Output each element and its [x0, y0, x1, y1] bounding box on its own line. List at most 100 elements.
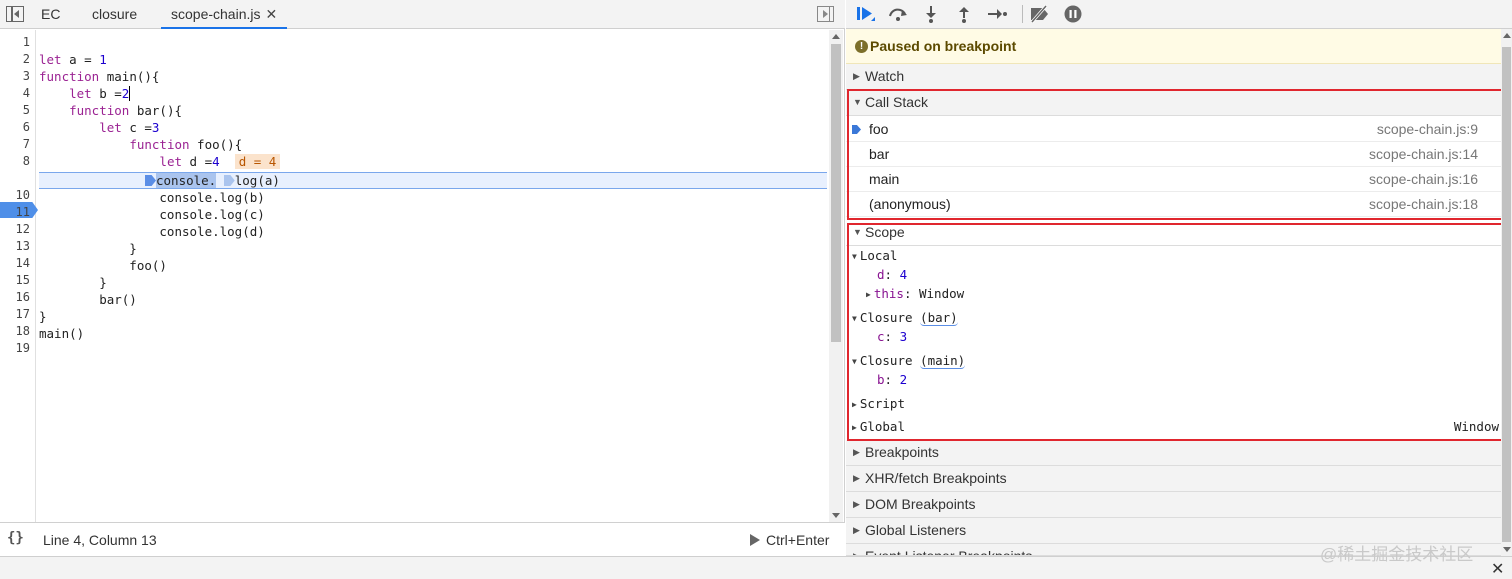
- frame-location[interactable]: scope-chain.js:9: [1377, 117, 1478, 142]
- scope-closure-bar[interactable]: ▼ Closure (bar): [852, 308, 958, 328]
- code-line-16: bar(): [39, 292, 137, 307]
- scroll-down-icon[interactable]: [1503, 547, 1511, 552]
- scroll-down-icon[interactable]: [832, 513, 840, 518]
- tab-scope-chain-js[interactable]: scope-chain.js ✕: [161, 0, 288, 29]
- line-number[interactable]: 12: [0, 221, 30, 238]
- line-number[interactable]: 17: [0, 306, 30, 323]
- section-label: XHR/fetch Breakpoints: [865, 470, 1007, 486]
- line-number[interactable]: 11: [0, 204, 30, 221]
- line-number[interactable]: 9: [0, 170, 30, 187]
- editor-scrollbar[interactable]: [829, 30, 843, 522]
- code-line-9: console. log(a): [145, 172, 280, 189]
- close-drawer-icon[interactable]: ✕: [1491, 559, 1504, 579]
- frame-name: bar: [869, 146, 890, 162]
- scope-var-d[interactable]: d: 4: [877, 265, 907, 285]
- line-number[interactable]: 4: [0, 85, 30, 102]
- line-number[interactable]: 3: [0, 68, 30, 85]
- resume-icon[interactable]: [854, 4, 876, 24]
- collapse-triangle-icon: ▼: [852, 252, 857, 261]
- line-number[interactable]: 2: [0, 51, 30, 68]
- line-number[interactable]: 10: [0, 187, 30, 204]
- section-watch[interactable]: ▶ Watch: [846, 64, 1501, 90]
- section-label: Global Listeners: [865, 522, 967, 538]
- step-over-icon[interactable]: [887, 4, 909, 24]
- code-line-3: function main(){: [39, 69, 160, 84]
- scope-global[interactable]: ▶ Global: [852, 417, 905, 437]
- line-number[interactable]: 1: [0, 34, 30, 51]
- line-number-gutter[interactable]: 1 2 3 4 5 6 7 8 9 10 11 12 13 14 15 16 17 18 19: [0, 30, 38, 522]
- code-line-6: let c =3: [99, 120, 160, 135]
- scope-script[interactable]: ▶ Script: [852, 394, 905, 414]
- tab-closure[interactable]: closure: [92, 0, 137, 29]
- code-line-15: }: [39, 275, 107, 290]
- scroll-up-icon[interactable]: [832, 34, 840, 39]
- paused-message: Paused on breakpoint: [870, 38, 1017, 54]
- scrollbar-thumb[interactable]: [831, 44, 841, 342]
- section-breakpoints[interactable]: ▶ Breakpoints: [846, 440, 1501, 466]
- scope-global-value: Window: [1453, 419, 1499, 434]
- call-frame-bar[interactable]: bar scope-chain.js:14: [846, 142, 1501, 167]
- scope-var-b[interactable]: b: 2: [877, 370, 907, 390]
- close-tab-icon[interactable]: ✕: [266, 6, 278, 22]
- expand-triangle-icon: ▶: [853, 71, 860, 81]
- step-out-icon[interactable]: [953, 4, 975, 24]
- play-icon: [750, 534, 760, 546]
- frame-name: (anonymous): [869, 196, 951, 212]
- code-line-17: }: [39, 309, 47, 324]
- pretty-print-button[interactable]: {}: [7, 530, 24, 546]
- section-call-stack[interactable]: ▼ Call Stack: [846, 90, 1501, 116]
- line-number[interactable]: 14: [0, 255, 30, 272]
- step-icon[interactable]: [986, 4, 1008, 24]
- scroll-up-icon[interactable]: [1503, 33, 1511, 38]
- call-frame-anonymous[interactable]: (anonymous) scope-chain.js:18: [846, 192, 1501, 217]
- code-editor[interactable]: let a = 1 function main(){ let b =2 func…: [39, 30, 829, 522]
- expand-triangle-icon: ▶: [866, 290, 871, 299]
- section-scope[interactable]: ▼ Scope: [846, 220, 1501, 246]
- section-label: Breakpoints: [865, 444, 939, 460]
- scrollbar-thumb[interactable]: [1502, 47, 1511, 542]
- run-shortcut-label: Ctrl+Enter: [766, 532, 830, 548]
- line-number[interactable]: 18: [0, 323, 30, 340]
- run-snippet-button[interactable]: Ctrl+Enter: [750, 532, 829, 548]
- scope-var-c[interactable]: c: 3: [877, 327, 907, 347]
- frame-location[interactable]: scope-chain.js:18: [1369, 192, 1478, 217]
- debugger-scrollbar[interactable]: [1501, 29, 1512, 556]
- code-line-10: console.log(b): [39, 190, 265, 205]
- code-line-4: let b =2: [69, 86, 131, 101]
- collapse-triangle-icon: ▼: [852, 314, 857, 323]
- step-into-icon[interactable]: [920, 4, 942, 24]
- scope-local[interactable]: ▼ Local: [852, 246, 897, 266]
- line-number[interactable]: 5: [0, 102, 30, 119]
- line-number[interactable]: 8: [0, 153, 30, 170]
- info-icon: !: [855, 40, 868, 53]
- expand-triangle-icon: ▶: [853, 473, 860, 483]
- toggle-navigator-icon[interactable]: [6, 6, 24, 22]
- code-line-13: }: [39, 241, 137, 256]
- tab-ec[interactable]: EC: [41, 0, 60, 29]
- code-line-12: console.log(d): [39, 224, 265, 239]
- scope-closure-main[interactable]: ▼ Closure (main): [852, 351, 966, 371]
- section-xhr-breakpoints[interactable]: ▶ XHR/fetch Breakpoints: [846, 466, 1501, 492]
- line-number[interactable]: 13: [0, 238, 30, 255]
- toggle-debugger-icon[interactable]: [817, 6, 834, 22]
- line-number[interactable]: 19: [0, 340, 30, 357]
- line-number[interactable]: 7: [0, 136, 30, 153]
- toolbar-separator: [1022, 5, 1023, 23]
- pause-on-exceptions-icon[interactable]: [1062, 4, 1084, 24]
- frame-location[interactable]: scope-chain.js:14: [1369, 142, 1478, 167]
- section-dom-breakpoints[interactable]: ▶ DOM Breakpoints: [846, 492, 1501, 518]
- expand-triangle-icon: ▶: [852, 400, 857, 409]
- collapse-triangle-icon: ▼: [853, 227, 862, 237]
- tab-label: closure: [92, 6, 138, 22]
- scope-label: Local: [859, 248, 898, 263]
- collapse-triangle-icon: ▼: [852, 357, 857, 366]
- line-number[interactable]: 6: [0, 119, 30, 136]
- call-frame-foo[interactable]: foo scope-chain.js:9: [846, 117, 1501, 142]
- deactivate-breakpoints-icon[interactable]: [1028, 4, 1050, 24]
- frame-location[interactable]: scope-chain.js:16: [1369, 167, 1478, 192]
- section-label: Event Listener Breakpoints: [865, 548, 1033, 556]
- call-frame-main[interactable]: main scope-chain.js:16: [846, 167, 1501, 192]
- line-number[interactable]: 16: [0, 289, 30, 306]
- line-number[interactable]: 15: [0, 272, 30, 289]
- scope-var-this[interactable]: ▶ this: Window: [866, 284, 964, 304]
